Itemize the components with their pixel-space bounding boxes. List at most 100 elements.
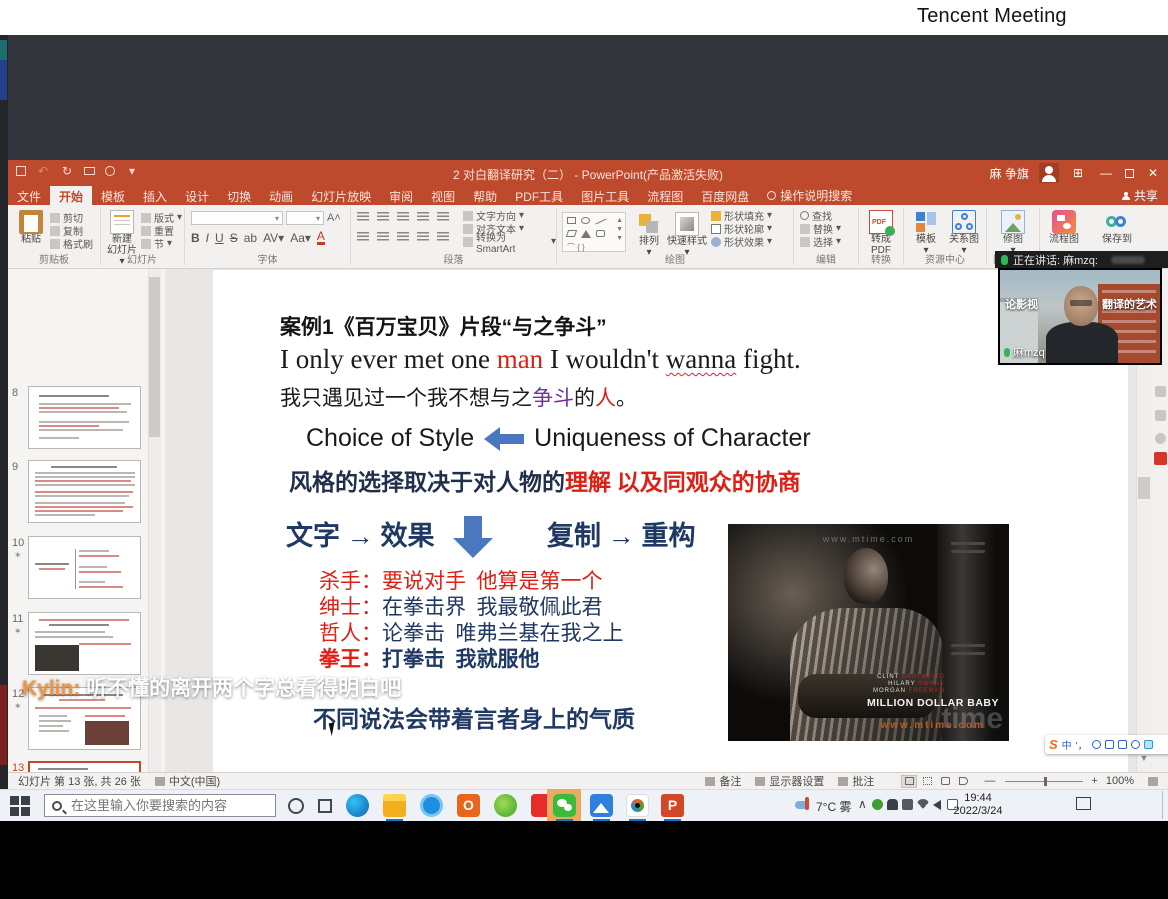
text-shadow-button[interactable]: ab	[244, 231, 257, 245]
powerpoint-icon[interactable]: P	[661, 794, 684, 817]
slideshow-icon[interactable]	[84, 167, 95, 175]
slide-thumbnail-11[interactable]	[28, 612, 141, 675]
line-spacing-icon[interactable]	[437, 212, 449, 221]
grow-font-button[interactable]: A˄	[327, 212, 341, 224]
signed-in-user[interactable]: 麻 争旗	[990, 165, 1029, 182]
reading-view-button[interactable]	[937, 775, 953, 788]
tab-design[interactable]: 设计	[176, 186, 218, 205]
share-button[interactable]: 共享	[1112, 186, 1168, 205]
slide-thumbnail-8[interactable]	[28, 386, 141, 449]
green-browser-icon[interactable]	[494, 794, 517, 817]
zoom-slider[interactable]	[1005, 781, 1083, 782]
show-desktop-button[interactable]	[1162, 791, 1163, 819]
language-indicator[interactable]: 中文(中国)	[169, 773, 220, 789]
tab-transitions[interactable]: 切换	[218, 186, 260, 205]
zoom-in-button[interactable]: +	[1091, 775, 1097, 787]
main-scrollbar-thumb[interactable]	[1138, 477, 1150, 499]
tab-help[interactable]: 帮助	[464, 186, 506, 205]
cortana-button[interactable]	[288, 798, 304, 814]
qat-dropdown-icon[interactable]: ▾	[125, 164, 139, 178]
antivirus-tray-icon[interactable]	[872, 799, 883, 810]
tab-home[interactable]: 开始	[50, 186, 92, 205]
thumbnail-scrollbar-thumb[interactable]	[149, 277, 160, 437]
side-tool-icon[interactable]	[1155, 433, 1166, 444]
change-case-button[interactable]: Aa▾	[290, 231, 311, 245]
sogou-logo-icon[interactable]: S	[1049, 737, 1058, 752]
clock-app-icon[interactable]	[420, 794, 443, 817]
indent-increase-icon[interactable]	[417, 212, 429, 221]
slide-thumbnail-9[interactable]	[28, 460, 141, 523]
italic-button[interactable]: I	[206, 231, 209, 245]
strikethrough-button[interactable]: S	[230, 231, 238, 245]
format-painter-button[interactable]: 格式刷	[50, 237, 93, 250]
zoom-out-button[interactable]: —	[984, 775, 995, 787]
justify-icon[interactable]	[417, 232, 429, 241]
bold-button[interactable]: B	[191, 231, 200, 245]
template-button[interactable]: 模板▾	[910, 210, 942, 256]
tab-slideshow[interactable]: 幻灯片放映	[302, 186, 380, 205]
to-pdf-button[interactable]: PDF 转成PDF	[865, 210, 897, 256]
device-tray-icon[interactable]	[902, 799, 913, 810]
weather-text[interactable]: 7°C 雾	[816, 798, 851, 815]
taskbar-clock[interactable]: 19:44 2022/3/24	[948, 792, 1008, 818]
font-color-button[interactable]: A	[317, 231, 325, 245]
wechat-icon[interactable]	[553, 794, 576, 817]
video-overlay-window[interactable]: 论影视 翻译的艺术 麻mzq	[998, 268, 1162, 365]
underline-button[interactable]: U	[215, 231, 224, 245]
indent-decrease-icon[interactable]	[397, 212, 409, 221]
side-tool-icon[interactable]	[1155, 386, 1166, 397]
punctuation-icon[interactable]: '，	[1076, 737, 1088, 752]
skin-icon[interactable]	[1144, 740, 1153, 749]
save-to-button[interactable]: 保存到	[1098, 210, 1136, 245]
task-view-button[interactable]	[318, 799, 332, 813]
tab-template[interactable]: 模板	[92, 186, 134, 205]
retouch-button[interactable]: 修图▾	[997, 210, 1029, 256]
side-tool-icon[interactable]	[1155, 410, 1166, 421]
restore-button[interactable]	[1125, 169, 1134, 178]
edge-icon[interactable]	[346, 794, 369, 817]
undo-icon[interactable]: ↶	[36, 164, 50, 178]
slide-thumbnail-13-current[interactable]	[28, 761, 141, 772]
char-spacing-button[interactable]: AV▾	[263, 231, 284, 245]
slideshow-button[interactable]	[955, 775, 971, 788]
tab-insert[interactable]: 插入	[134, 186, 176, 205]
align-right-icon[interactable]	[397, 232, 409, 241]
user-avatar[interactable]	[1039, 163, 1059, 183]
search-input[interactable]	[69, 797, 259, 814]
input-method-toolbar[interactable]: S 中 '，	[1045, 735, 1168, 754]
redo-icon[interactable]: ↻	[60, 164, 74, 178]
tray-expand-icon[interactable]: ∧	[858, 797, 867, 811]
tab-baidu-netdisk[interactable]: 百度网盘	[692, 186, 758, 205]
slide-sorter-button[interactable]	[919, 775, 935, 788]
normal-view-button[interactable]	[901, 775, 917, 788]
comments-button[interactable]: 批注	[852, 773, 874, 789]
emoji-icon[interactable]	[1092, 740, 1101, 749]
account-icon[interactable]	[1131, 740, 1140, 749]
soft-keyboard-icon[interactable]	[1118, 740, 1127, 749]
action-center-icon[interactable]	[1076, 797, 1091, 810]
align-center-icon[interactable]	[377, 232, 389, 241]
tab-view[interactable]: 视图	[422, 186, 464, 205]
font-name-select[interactable]: ▾	[191, 211, 283, 225]
record-icon[interactable]	[105, 166, 115, 176]
tab-animations[interactable]: 动画	[260, 186, 302, 205]
tab-review[interactable]: 审阅	[380, 186, 422, 205]
shapes-gallery[interactable]: ⌒ { } ▲▼▼	[562, 212, 626, 252]
select-button[interactable]: 选择 ▾	[800, 235, 841, 248]
wifi-tray-icon[interactable]	[917, 799, 929, 809]
flowchart-button[interactable]: 流程图	[1048, 210, 1080, 245]
ribbon-options-button[interactable]: ⊞	[1069, 166, 1087, 180]
tab-pdf-tools[interactable]: PDF工具	[506, 186, 572, 205]
file-explorer-icon[interactable]	[383, 794, 406, 817]
tab-file[interactable]: 文件	[8, 186, 50, 205]
fit-slide-icon[interactable]	[1148, 777, 1158, 786]
tell-me-search[interactable]: 操作说明搜索	[758, 186, 861, 205]
zoom-slider-thumb[interactable]	[1044, 777, 1047, 786]
display-settings-button[interactable]: 显示器设置	[769, 773, 824, 789]
diagram-button[interactable]: 关系图▾	[946, 210, 982, 256]
blue-mountain-app-icon[interactable]	[590, 794, 613, 817]
spellcheck-icon[interactable]	[155, 777, 165, 786]
start-button[interactable]	[10, 796, 30, 816]
paste-button[interactable]: 粘贴	[16, 210, 46, 245]
font-size-select[interactable]: ▾	[286, 211, 324, 225]
